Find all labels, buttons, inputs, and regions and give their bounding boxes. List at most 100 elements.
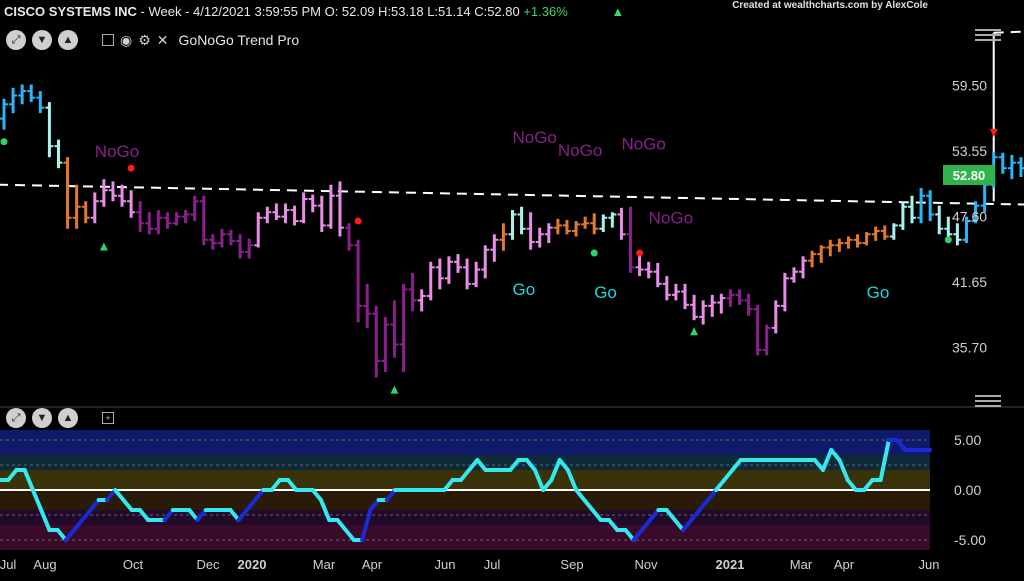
price-bar xyxy=(481,245,490,279)
price-bar xyxy=(90,192,99,224)
price-bar xyxy=(308,194,317,213)
price-axis-tick: 59.50 xyxy=(952,78,987,94)
price-bar xyxy=(136,201,145,233)
price-bar xyxy=(372,305,381,378)
price-bar xyxy=(753,304,762,356)
x-axis-tick: Dec xyxy=(196,557,220,572)
price-bar xyxy=(535,227,544,248)
price-bar xyxy=(617,207,626,240)
expand-icon[interactable]: ⤢ xyxy=(6,408,26,428)
change-arrow-icon: ▲ xyxy=(611,4,625,19)
price-bar xyxy=(0,98,8,130)
price-bar xyxy=(789,267,798,283)
price-bar xyxy=(1016,157,1024,177)
price-bar xyxy=(18,84,27,105)
price-bar xyxy=(671,283,680,301)
price-bar xyxy=(463,258,472,290)
price-bar xyxy=(717,293,726,314)
price-bar xyxy=(508,210,517,240)
signal-up-arrow-icon xyxy=(99,242,108,251)
price-bar xyxy=(127,190,136,218)
price-bar xyxy=(154,210,163,235)
chart-canvas[interactable]: NoGoNoGoNoGo NoGoNoGoGo Go Go59.5053.5547.6… xyxy=(0,0,1024,576)
price-bar xyxy=(444,256,453,284)
price-bar xyxy=(726,289,735,307)
price-bar xyxy=(681,283,689,310)
price-bar xyxy=(426,261,435,301)
x-axis-tick: Mar xyxy=(313,557,336,572)
trend-label: NoGo xyxy=(649,208,693,227)
price-bar xyxy=(417,289,426,312)
menu-icon[interactable] xyxy=(975,29,1001,41)
price-bar xyxy=(317,195,326,233)
price-bar xyxy=(190,195,199,222)
symbol-name: CISCO SYSTEMS INC xyxy=(4,4,137,19)
minimize-icon[interactable] xyxy=(102,34,114,46)
price-bar xyxy=(36,91,45,114)
price-bar xyxy=(862,232,871,246)
x-axis-tick: Jun xyxy=(919,557,940,572)
price-axis-tick: 47.60 xyxy=(952,209,987,225)
price-bar xyxy=(871,226,880,241)
x-axis-tick: Sep xyxy=(560,557,583,572)
price-bar xyxy=(281,203,290,224)
x-axis-tick: Oct xyxy=(123,557,144,572)
price-bar xyxy=(145,212,154,235)
menu-icon[interactable] xyxy=(975,395,1001,407)
add-indicator-icon[interactable]: + xyxy=(102,412,114,424)
price-bar xyxy=(662,276,671,301)
chart-stage: NoGo NoGo NoGo NoGo NoGo Go Go Go 59.50 53.55 47.6… xyxy=(0,0,1024,576)
price-bar xyxy=(562,219,571,235)
chevron-up-icon[interactable]: ▲ xyxy=(58,408,78,428)
signal-up-arrow-icon xyxy=(690,327,699,336)
oscillator-axis-tick: 0.00 xyxy=(954,482,981,498)
gear-icon[interactable]: ⚙ xyxy=(138,32,151,49)
price-bar xyxy=(1007,154,1016,180)
price-bar xyxy=(181,210,190,224)
signal-dot-icon xyxy=(127,164,135,172)
price-bar xyxy=(808,250,817,268)
price-bar xyxy=(335,181,344,237)
price-bar xyxy=(208,234,217,250)
oscillator-axis-tick: -5.00 xyxy=(954,532,986,548)
price-bar xyxy=(926,190,935,222)
price-bar xyxy=(354,239,363,323)
price-bar xyxy=(390,300,399,358)
price-bar xyxy=(917,188,926,224)
price-bar xyxy=(799,256,808,279)
signal-dot-icon xyxy=(354,217,362,225)
price-bar xyxy=(517,206,526,235)
price-bar xyxy=(935,205,944,235)
signal-up-arrow-icon xyxy=(390,385,399,394)
price-bar xyxy=(998,152,1007,174)
credit-text: Created at wealthcharts.com by AlexCole xyxy=(732,0,928,11)
chevron-up-icon[interactable]: ▲ xyxy=(58,30,78,50)
eye-icon[interactable]: ◉ xyxy=(120,32,132,49)
change-percent: +1.36% xyxy=(523,4,568,19)
trend-label: NoGo xyxy=(512,128,556,147)
price-bar xyxy=(199,195,208,246)
price-bar xyxy=(553,218,562,235)
chevron-down-icon[interactable]: ▼ xyxy=(32,408,52,428)
chevron-down-icon[interactable]: ▼ xyxy=(32,30,52,50)
x-axis-tick: Jul xyxy=(0,557,16,572)
close-icon[interactable]: ✕ xyxy=(157,32,169,49)
price-bar xyxy=(217,228,226,248)
price-bar xyxy=(853,234,862,248)
price-bar xyxy=(54,139,63,169)
price-bar xyxy=(81,201,90,224)
x-axis-tick: Nov xyxy=(634,557,658,572)
price-bar xyxy=(363,283,372,328)
price-bar xyxy=(381,316,390,372)
x-axis-tick: Apr xyxy=(834,557,855,572)
x-axis-tick: 2021 xyxy=(716,557,745,572)
price-bar xyxy=(108,181,117,202)
period-time: Week - 4/12/2021 3:59:55 PM xyxy=(148,4,321,19)
oscillator-zone xyxy=(0,455,930,470)
x-axis-tick: Jun xyxy=(435,557,456,572)
expand-icon[interactable]: ⤢ xyxy=(6,30,26,50)
price-bar xyxy=(708,294,717,317)
oscillator-zone xyxy=(0,525,930,550)
price-bar xyxy=(63,157,72,229)
price-bar xyxy=(72,184,81,229)
